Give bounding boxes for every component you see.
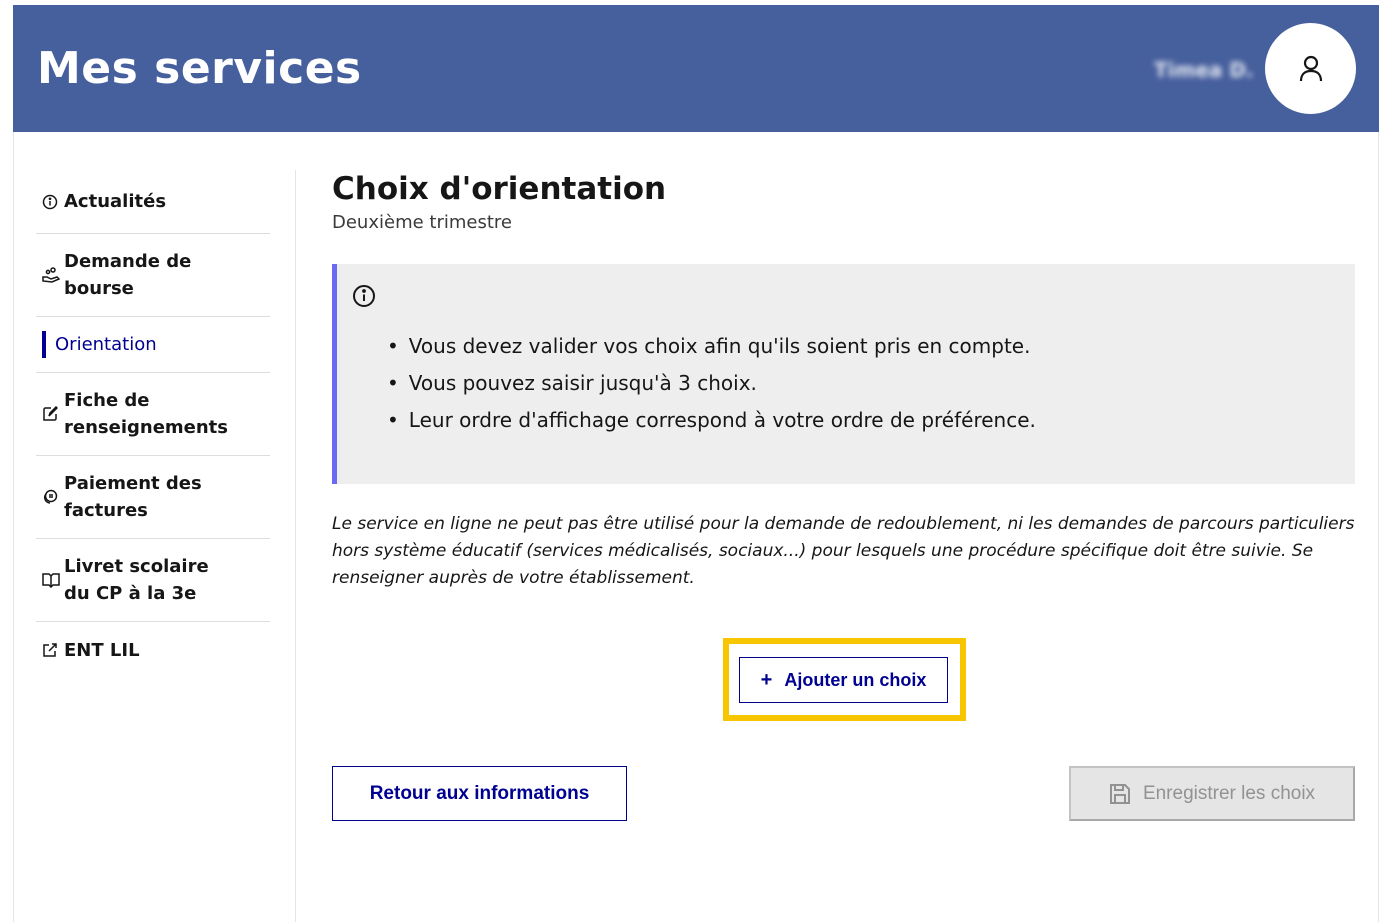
coins-icon [42,489,64,505]
edit-icon [42,406,64,422]
back-label: Retour aux informations [369,782,590,804]
back-to-information-button[interactable]: Retour aux informations [332,766,627,821]
active-indicator [42,331,46,358]
sidebar-item-label: ENT LIL [64,639,140,661]
page-title: Choix d'orientation [332,171,667,207]
sidebar-item-ent-lil[interactable]: ENT LIL [36,622,270,678]
save-icon [1109,783,1131,805]
sidebar-item-livret-scolaire[interactable]: Livret scolaire du CP à la 3e [36,539,270,622]
sidebar-item-label: Orientation [55,334,157,355]
sidebar-nav: Actualités Demande de bourse Orientation… [36,170,270,678]
sidebar-item-actualites[interactable]: Actualités [36,170,270,234]
sidebar-item-label: Fiche de renseignements [64,390,228,438]
user-icon [1299,55,1322,81]
info-callout: Vous devez valider vos choix afin qu'ils… [332,264,1355,484]
book-icon [42,572,64,588]
hand-coins-icon [42,267,64,283]
page-subtitle: Deuxième trimestre [332,212,512,233]
user-name: Timea D. [1154,58,1254,82]
save-label: Enregistrer les choix [1142,782,1316,804]
sidebar-item-paiement-des-factures[interactable]: Paiement des factures [36,456,270,539]
sidebar-item-orientation[interactable]: Orientation [36,317,270,373]
add-choice-button[interactable]: + Ajouter un choix [739,657,948,703]
sidebar-item-label: Paiement des factures [64,473,202,521]
info-icon [42,194,64,210]
app-header: Mes services Timea D. [13,5,1379,132]
info-list-item: Vous pouvez saisir jusqu'à 3 choix. [387,365,1036,402]
sidebar-item-label: Actualités [64,191,167,212]
sidebar-item-fiche-de-renseignements[interactable]: Fiche de renseignements [36,373,270,456]
main-content: Choix d'orientation Deuxième trimestre V… [332,168,1355,821]
app-title: Mes services [37,43,362,94]
info-list-item: Leur ordre d'affichage correspond à votr… [387,402,1036,439]
save-choices-button[interactable]: Enregistrer les choix [1069,766,1355,821]
info-list: Vous devez valider vos choix afin qu'ils… [387,328,1036,439]
sidebar-item-label: Livret scolaire du CP à la 3e [64,556,209,604]
info-circle-icon [352,284,376,312]
sidebar-divider [295,170,296,922]
add-choice-label: Ajouter un choix [784,669,927,690]
plus-icon: + [760,668,773,691]
user-avatar-button[interactable] [1265,23,1356,114]
sidebar-item-demande-de-bourse[interactable]: Demande de bourse [36,234,270,317]
external-link-icon [42,642,64,658]
notice-text: Le service en ligne ne peut pas être uti… [332,514,1355,588]
info-list-item: Vous devez valider vos choix afin qu'ils… [387,328,1036,365]
sidebar-item-label: Demande de bourse [64,251,192,299]
